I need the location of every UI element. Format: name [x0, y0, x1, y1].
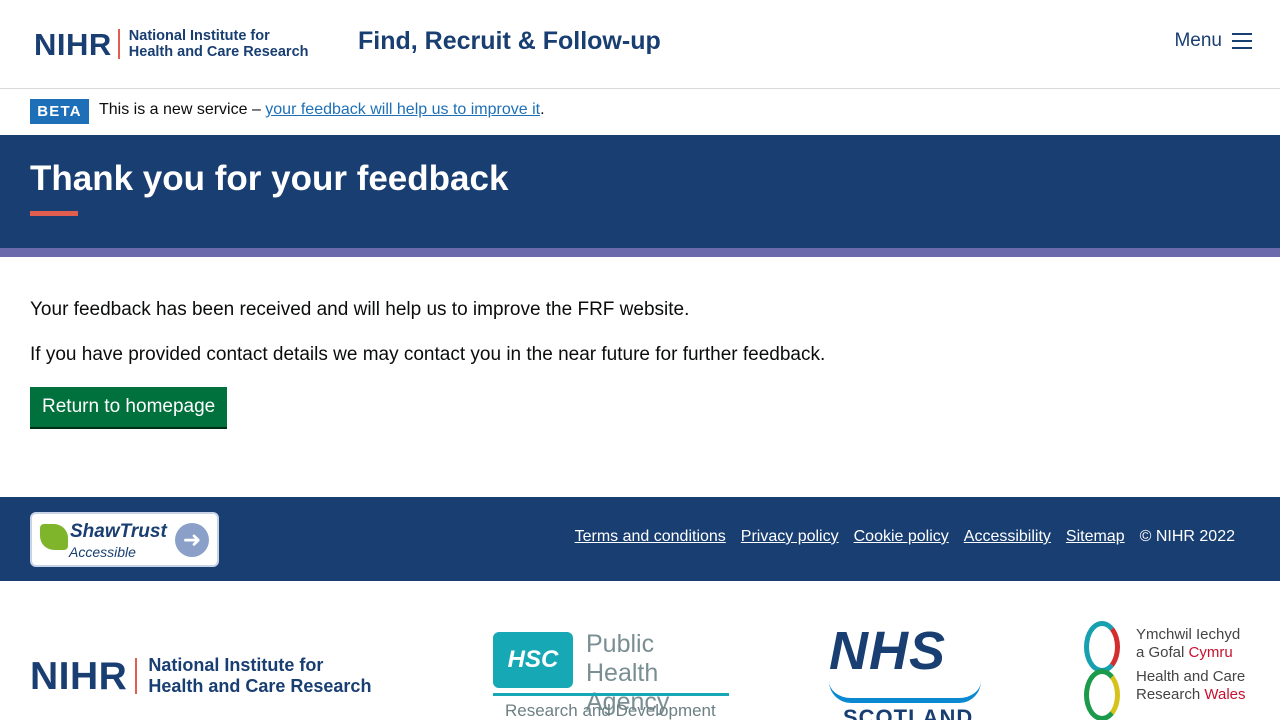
nihr-logo[interactable]: NIHR National Institute for Health and C…: [34, 27, 309, 61]
hsc-subtitle: Research and Development: [505, 701, 716, 720]
nhs-mark: NHS: [829, 621, 947, 681]
hamburger-icon: [1232, 33, 1252, 49]
nhs-subtitle: SCOTLAND: [843, 705, 974, 720]
feedback-link[interactable]: your feedback will help us to improve it: [265, 101, 540, 118]
return-homepage-button[interactable]: Return to homepage: [30, 387, 228, 427]
sitemap-link[interactable]: Sitemap: [1066, 528, 1125, 546]
partner-nihr-logo[interactable]: NIHR National Institute for Health and C…: [30, 655, 371, 697]
copyright: © NIHR 2022: [1139, 528, 1235, 545]
beta-tag: BETA: [30, 99, 89, 124]
beta-banner: BETA This is a new service – your feedba…: [0, 89, 1280, 135]
hsc-divider: [493, 693, 729, 696]
nihr-logo-text: National Institute for Health and Care R…: [129, 28, 309, 60]
page-title: Thank you for your feedback: [30, 159, 509, 198]
nihr-logo-line2: Health and Care Research: [128, 44, 309, 60]
footer-links: Terms and conditions Privacy policy Cook…: [575, 528, 1235, 546]
shaw-trust-sub: Accessible: [69, 544, 136, 560]
service-name-link[interactable]: Find, Recruit & Follow-up: [358, 27, 661, 56]
wales-line2b: Cymru: [1188, 644, 1233, 661]
partner-nihr-text: National Institute for Health and Care R…: [148, 655, 371, 697]
partner-logos: NIHR National Institute for Health and C…: [0, 581, 1280, 720]
wales-line4b: Wales: [1204, 686, 1246, 703]
menu-label: Menu: [1174, 30, 1222, 51]
beta-text-after: .: [540, 101, 545, 118]
nihr-logo-line1: National Institute for: [128, 28, 270, 44]
hsc-title-line1: Public Health: [586, 630, 659, 687]
wales-line2: a Gofal Cymru: [1136, 644, 1233, 662]
partner-nihr-line1: National Institute for: [148, 655, 324, 675]
site-header: NIHR National Institute for Health and C…: [0, 0, 1280, 89]
accessibility-link[interactable]: Accessibility: [964, 528, 1051, 546]
wales-line4a: Research: [1136, 686, 1205, 703]
menu-button[interactable]: Menu: [1174, 30, 1252, 52]
wales-line1: Ymchwil Iechyd: [1136, 626, 1241, 643]
wales-line2a: a Gofal: [1136, 644, 1189, 661]
beta-message: This is a new service – your feedback wi…: [99, 101, 545, 119]
confirmation-text: Your feedback has been received and will…: [30, 299, 690, 320]
partner-hcr-wales-logo[interactable]: Ymchwil Iechyd a Gofal Cymru Health and …: [1082, 621, 1262, 720]
partner-nhs-scotland-logo[interactable]: NHS SCOTLAND: [829, 623, 989, 720]
shaw-trust-leaf-icon: [40, 524, 68, 550]
hero-stripe: [0, 248, 1280, 257]
beta-text-before: This is a new service –: [99, 101, 266, 118]
privacy-link[interactable]: Privacy policy: [741, 528, 839, 546]
site-footer: ShawTrust Accessible ➜ Terms and conditi…: [0, 497, 1280, 581]
wales-line4: Research Wales: [1136, 686, 1246, 704]
shaw-trust-name: ShawTrust: [70, 521, 167, 542]
nhs-wave-icon: [829, 681, 981, 703]
arrow-right-icon: ➜: [175, 523, 209, 557]
helix-icon: [1082, 621, 1122, 720]
partner-hsc-logo[interactable]: HSC Public Health Agency Research and De…: [493, 630, 729, 720]
page-hero: Thank you for your feedback: [0, 135, 1280, 248]
partner-nihr-divider: [135, 658, 138, 694]
hsc-mark: HSC: [493, 632, 573, 688]
terms-link[interactable]: Terms and conditions: [575, 528, 726, 546]
contact-info-text: If you have provided contact details we …: [30, 344, 826, 365]
wales-line3: Health and Care: [1136, 668, 1246, 685]
title-underline: [30, 211, 78, 216]
logo-divider: [117, 29, 120, 59]
nihr-logo-acronym: NIHR: [34, 26, 112, 62]
cookie-link[interactable]: Cookie policy: [854, 528, 949, 546]
partner-nihr-line2: Health and Care Research: [148, 676, 372, 696]
partner-nihr-acronym: NIHR: [30, 654, 128, 698]
shaw-trust-badge[interactable]: ShawTrust Accessible ➜: [30, 512, 219, 567]
